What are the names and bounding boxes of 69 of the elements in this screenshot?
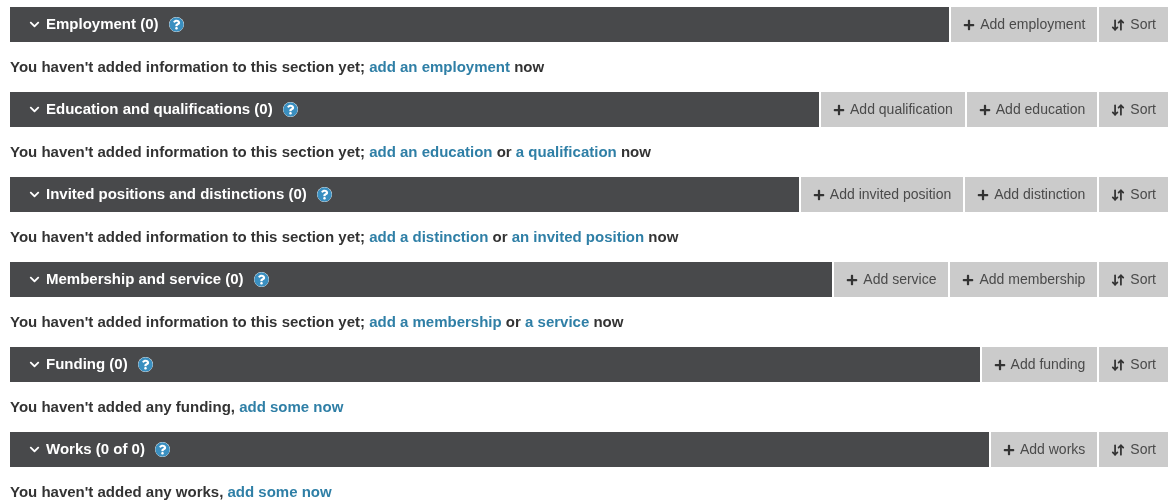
- plus-icon: [846, 273, 859, 286]
- section-header[interactable]: Membership and service (0): [10, 262, 833, 297]
- section-header[interactable]: Invited positions and distinctions (0): [10, 177, 799, 212]
- empty-section-message: You haven't added information to this section yet; add a distinction or an invited position now: [10, 226, 679, 247]
- add-link[interactable]: add an education: [369, 142, 493, 160]
- sort-button[interactable]: Sort: [1099, 92, 1168, 127]
- add-link[interactable]: an invited position: [511, 227, 645, 245]
- sort-icon: [1111, 442, 1126, 457]
- chevron-down-icon: [29, 19, 40, 30]
- sort-icon: [1111, 102, 1126, 117]
- help-icon[interactable]: [282, 102, 298, 117]
- sort-icon: [1111, 272, 1126, 287]
- sort-button[interactable]: Sort: [1099, 7, 1168, 42]
- add-link[interactable]: add some now: [227, 482, 332, 500]
- section-header[interactable]: Works (0 of 0): [10, 432, 989, 467]
- section-header[interactable]: Education and qualifications (0): [10, 92, 820, 127]
- section-title: Works (0 of 0): [46, 439, 145, 460]
- sort-icon: [1111, 17, 1126, 32]
- empty-section-message: You haven't added information to this section yet; add a membership or a service now: [10, 311, 624, 332]
- plus-icon: [962, 273, 975, 286]
- chevron-down-icon: [29, 444, 40, 455]
- plus-icon: [1002, 443, 1015, 456]
- add-button[interactable]: Add membership: [950, 262, 1098, 297]
- empty-section-message: You haven't added any works, add some now: [10, 481, 332, 502]
- help-icon[interactable]: [168, 17, 184, 32]
- plus-icon: [978, 103, 991, 116]
- section-title: Invited positions and distinctions (0): [46, 184, 307, 205]
- add-link[interactable]: add an employment: [369, 57, 510, 75]
- chevron-down-icon: [29, 104, 40, 115]
- sort-button[interactable]: Sort: [1099, 347, 1168, 382]
- add-button[interactable]: Add education: [966, 92, 1098, 127]
- add-link[interactable]: add some now: [239, 397, 344, 415]
- section-title: Membership and service (0): [46, 269, 244, 290]
- section-header[interactable]: Funding (0): [10, 347, 980, 382]
- add-link[interactable]: a qualification: [515, 142, 617, 160]
- chevron-down-icon: [29, 359, 40, 370]
- help-icon[interactable]: [253, 272, 269, 287]
- sort-icon: [1111, 357, 1126, 372]
- add-link[interactable]: add a distinction: [369, 227, 489, 245]
- plus-icon: [833, 103, 846, 116]
- chevron-down-icon: [29, 274, 40, 285]
- empty-section-message: You haven't added any funding, add some now: [10, 396, 344, 417]
- plus-icon: [977, 188, 990, 201]
- section-header[interactable]: Employment (0): [10, 7, 950, 42]
- empty-section-message: You haven't added information to this section yet; add an employment now: [10, 56, 545, 77]
- add-button[interactable]: Add service: [834, 262, 949, 297]
- sort-button[interactable]: Sort: [1099, 262, 1168, 297]
- plus-icon: [812, 188, 825, 201]
- section-title: Education and qualifications (0): [46, 99, 273, 120]
- section-title: Funding (0): [46, 354, 128, 375]
- add-link[interactable]: add a membership: [369, 312, 502, 330]
- add-link[interactable]: a service: [525, 312, 590, 330]
- sort-button[interactable]: Sort: [1099, 432, 1168, 467]
- empty-section-message: You haven't added information to this section yet; add an education or a qualification now: [10, 141, 651, 162]
- help-icon[interactable]: [137, 357, 153, 372]
- sort-icon: [1111, 187, 1126, 202]
- plus-icon: [993, 358, 1006, 371]
- add-button[interactable]: Add funding: [981, 347, 1098, 382]
- sort-button[interactable]: Sort: [1099, 177, 1168, 212]
- plus-icon: [963, 18, 976, 31]
- help-icon[interactable]: [154, 442, 170, 457]
- add-button[interactable]: Add employment: [951, 7, 1098, 42]
- add-button[interactable]: Add distinction: [965, 177, 1098, 212]
- section-title: Employment (0): [46, 14, 159, 35]
- chevron-down-icon: [29, 189, 40, 200]
- help-icon[interactable]: [316, 187, 332, 202]
- add-button[interactable]: Add invited position: [800, 177, 964, 212]
- add-button[interactable]: Add works: [990, 432, 1098, 467]
- add-button[interactable]: Add qualification: [821, 92, 965, 127]
